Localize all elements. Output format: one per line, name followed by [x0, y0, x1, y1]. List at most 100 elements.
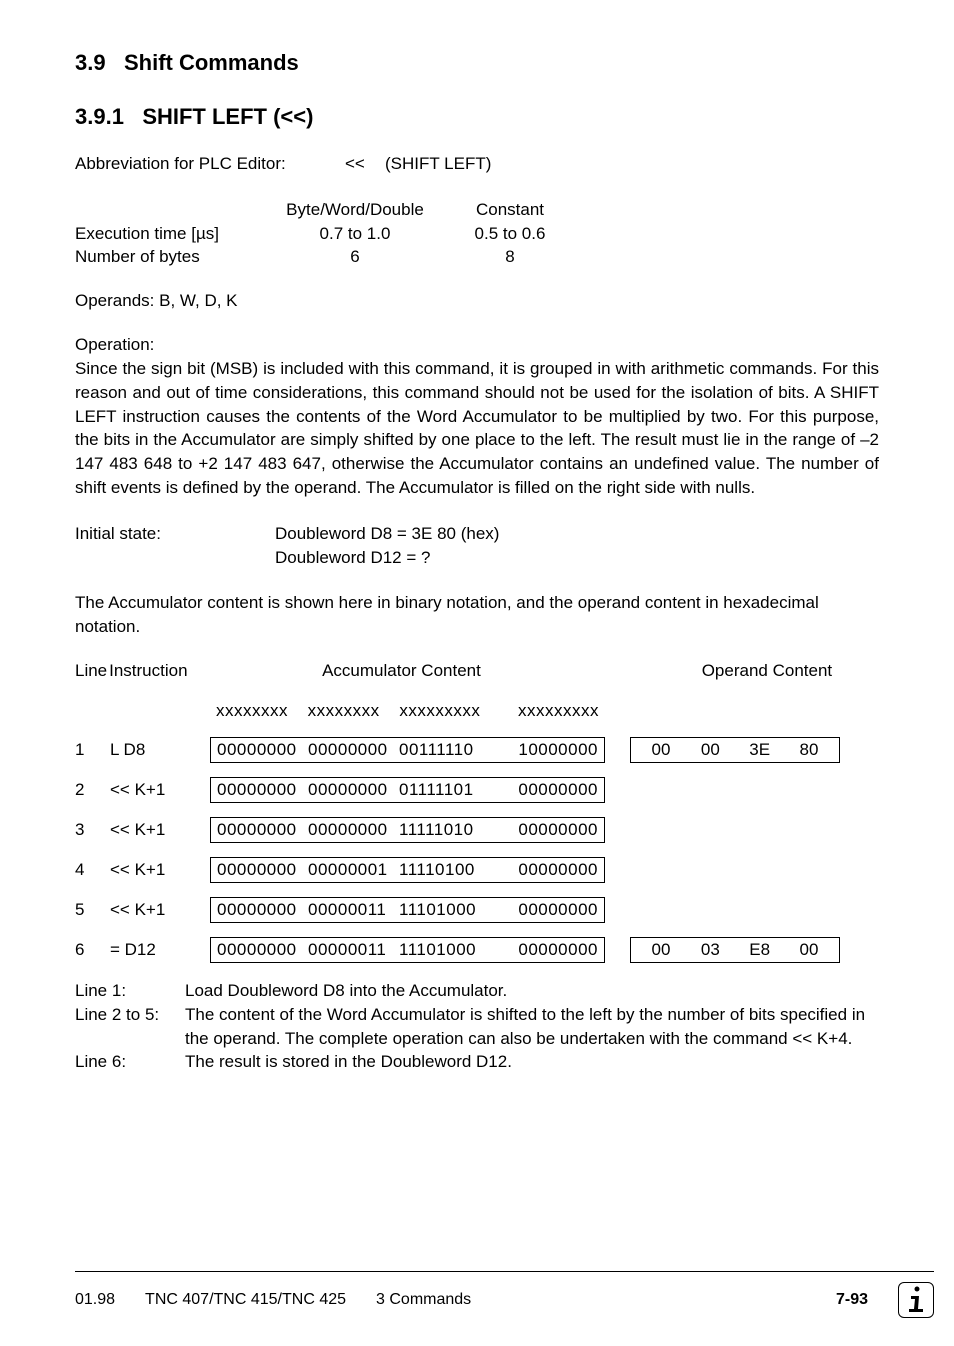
- operation-block: Operation: Since the sign bit (MSB) is i…: [75, 333, 879, 500]
- x-cell: xxxxxxxx: [308, 701, 396, 721]
- footer-doc: TNC 407/TNC 415/TNC 425: [145, 1291, 346, 1309]
- footer-date: 01.98: [75, 1291, 115, 1309]
- trace-row: 4<< K+100000000000000011111010000000000: [75, 857, 879, 883]
- accumulator-box: 00000000000000000111110100000000: [210, 777, 605, 803]
- explanation-row: Line 1: Load Doubleword D8 into the Accu…: [75, 979, 879, 1003]
- explanation-label: Line 1:: [75, 979, 185, 1003]
- trace-row: 5<< K+100000000000000111110100000000000: [75, 897, 879, 923]
- section-number: 3.9: [75, 50, 106, 75]
- explanation-row: Line 2 to 5: The content of the Word Acc…: [75, 1003, 879, 1051]
- accumulator-byte: 00000011: [308, 940, 396, 960]
- explanation-label: Line 6:: [75, 1050, 185, 1074]
- timing-cell: Number of bytes: [75, 245, 260, 269]
- timing-row: Number of bytes 6 8: [75, 245, 879, 269]
- initial-state-block: Initial state: Doubleword D8 = 3E 80 (he…: [75, 522, 879, 570]
- trace-line-number: 2: [75, 780, 110, 800]
- accumulator-byte: 00000000: [217, 740, 305, 760]
- accumulator-box: 00000000000000011111010000000000: [210, 857, 605, 883]
- accumulator-byte: 00000000: [217, 820, 305, 840]
- trace-instruction: << K+1: [110, 780, 210, 800]
- operand-byte: 00: [641, 940, 681, 960]
- trace-col-op: Operand Content: [655, 661, 879, 681]
- accumulator-byte: 00000000: [217, 860, 305, 880]
- accumulator-byte: 00000000: [500, 940, 598, 960]
- trace-line-number: 6: [75, 940, 110, 960]
- trace-line-number: 1: [75, 740, 110, 760]
- accumulator-byte: 11110100: [399, 860, 497, 880]
- explanation-block: Line 1: Load Doubleword D8 into the Accu…: [75, 979, 879, 1074]
- x-cell: xxxxxxxxx: [399, 701, 497, 721]
- trace-instruction: L D8: [110, 740, 210, 760]
- trace-x-row: xxxxxxxx xxxxxxxx xxxxxxxxx xxxxxxxxx: [75, 699, 879, 723]
- timing-row: Execution time [µs] 0.7 to 1.0 0.5 to 0.…: [75, 222, 879, 246]
- timing-header-col2: Byte/Word/Double: [260, 198, 450, 222]
- timing-cell: 0.7 to 1.0: [260, 222, 450, 246]
- operand-byte: 03: [690, 940, 730, 960]
- footer-page-number: 7-93: [836, 1291, 868, 1309]
- timing-cell: 8: [450, 245, 570, 269]
- explanation-text: The result is stored in the Doubleword D…: [185, 1050, 879, 1074]
- abbreviation-name: (SHIFT LEFT): [385, 152, 491, 176]
- timing-cell: Execution time [µs]: [75, 222, 260, 246]
- initial-state-label: Initial state:: [75, 522, 275, 546]
- trace-line-number: 3: [75, 820, 110, 840]
- trace-instruction: << K+1: [110, 900, 210, 920]
- subsection-title: SHIFT LEFT (<<): [142, 104, 313, 129]
- explanation-label: Line 2 to 5:: [75, 1003, 185, 1051]
- trace-instruction: << K+1: [110, 860, 210, 880]
- operand-byte: 00: [690, 740, 730, 760]
- operation-text: Since the sign bit (MSB) is included wit…: [75, 357, 879, 500]
- explanation-row: Line 6: The result is stored in the Doub…: [75, 1050, 879, 1074]
- accumulator-box: 00000000000000111110100000000000: [210, 897, 605, 923]
- trace-line-number: 5: [75, 900, 110, 920]
- explanation-text: The content of the Word Accumulator is s…: [185, 1003, 879, 1051]
- timing-header-col3: Constant: [450, 198, 570, 222]
- info-icon[interactable]: [898, 1282, 934, 1318]
- timing-table: Byte/Word/Double Constant Execution time…: [75, 198, 879, 269]
- accumulator-byte: 00000000: [217, 940, 305, 960]
- accumulator-byte: 00000011: [308, 900, 396, 920]
- abbreviation-row: Abbreviation for PLC Editor: << (SHIFT L…: [75, 152, 879, 176]
- trace-col-acc: Accumulator Content: [207, 661, 597, 681]
- initial-state-line: Doubleword D12 = ?: [275, 546, 430, 570]
- trace-col-line: Line: [75, 661, 109, 681]
- section-title: Shift Commands: [124, 50, 299, 75]
- initial-state-line: Doubleword D8 = 3E 80 (hex): [275, 522, 499, 546]
- accumulator-byte: 00000001: [308, 860, 396, 880]
- accumulator-byte: 00000000: [217, 780, 305, 800]
- accumulator-byte: 00000000: [500, 820, 598, 840]
- operand-box: 00003E80: [630, 737, 840, 763]
- x-cell: xxxxxxxxx: [501, 701, 599, 721]
- accumulator-byte: 00000000: [500, 900, 598, 920]
- accumulator-box: 00000000000000000011111010000000: [210, 737, 605, 763]
- accumulator-byte: 10000000: [500, 740, 598, 760]
- trace-row: 1L D800000000000000000011111010000000000…: [75, 737, 879, 763]
- subsection-heading: 3.9.1 SHIFT LEFT (<<): [75, 104, 879, 130]
- trace-col-instr: Instruction: [109, 661, 206, 681]
- section-heading: 3.9 Shift Commands: [75, 50, 879, 76]
- footer-chapter: 3 Commands: [376, 1291, 471, 1309]
- accumulator-byte: 00111110: [399, 740, 497, 760]
- trace-row: 6= D120000000000000011111010000000000000…: [75, 937, 879, 963]
- timing-cell: 0.5 to 0.6: [450, 222, 570, 246]
- trace-instruction: << K+1: [110, 820, 210, 840]
- operands-line: Operands: B, W, D, K: [75, 291, 879, 311]
- trace-row: 2<< K+100000000000000000111110100000000: [75, 777, 879, 803]
- accumulator-byte: 00000000: [308, 740, 396, 760]
- accumulator-byte: 00000000: [308, 820, 396, 840]
- operand-byte: 00: [641, 740, 681, 760]
- operand-byte: E8: [740, 940, 780, 960]
- operand-byte: 00: [789, 940, 829, 960]
- trace-instruction: = D12: [110, 940, 210, 960]
- accumulator-box: 00000000000000111110100000000000: [210, 937, 605, 963]
- operand-byte: 3E: [740, 740, 780, 760]
- timing-cell: 6: [260, 245, 450, 269]
- trace-row: 3<< K+100000000000000001111101000000000: [75, 817, 879, 843]
- accumulator-byte: 11101000: [399, 940, 497, 960]
- x-cell: xxxxxxxx: [216, 701, 304, 721]
- abbreviation-symbol: <<: [345, 152, 385, 176]
- accumulator-byte: 01111101: [399, 780, 497, 800]
- accumulator-byte: 11111010: [399, 820, 497, 840]
- page-footer: 01.98 TNC 407/TNC 415/TNC 425 3 Commands…: [75, 1271, 934, 1318]
- operation-label: Operation:: [75, 333, 879, 357]
